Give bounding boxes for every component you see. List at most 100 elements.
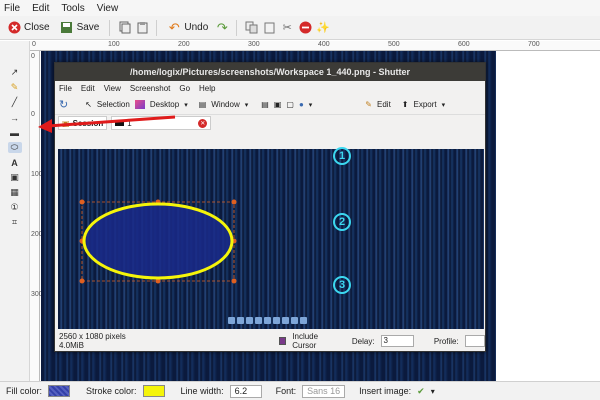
number-badge-1[interactable]: 1: [333, 147, 351, 165]
ruler-tick-label: 0: [31, 53, 35, 60]
undo-button[interactable]: ↶ Undo: [164, 18, 211, 38]
inner-screenshot-preview: [58, 149, 484, 329]
copy-icon[interactable]: [117, 21, 131, 35]
delay-label: Delay:: [351, 336, 375, 346]
rectangle-tool-icon[interactable]: ▬: [8, 127, 22, 138]
dock-icon: [255, 317, 262, 324]
inner-menu-item: Edit: [80, 83, 95, 93]
edit-icon: ✎: [365, 100, 372, 109]
close-button[interactable]: Close: [4, 18, 53, 38]
resize-handle: [79, 199, 85, 205]
globe-icon: ●: [298, 100, 304, 109]
select-tool-icon[interactable]: ↗: [8, 67, 22, 78]
dropdown-arrow-icon: ▾: [244, 101, 249, 109]
menu-edit[interactable]: Edit: [32, 3, 49, 14]
refresh-icon: ↻: [59, 99, 69, 111]
number-badge-2[interactable]: 2: [333, 213, 351, 231]
profile-select: [464, 335, 485, 347]
toolbar-separator: [236, 19, 238, 36]
ruler-tick-label: 400: [318, 41, 330, 48]
crop-tool-icon[interactable]: ⌗: [8, 217, 22, 228]
dock-icon: [291, 317, 298, 324]
delay-field: 3: [380, 335, 414, 347]
dock-icon: [228, 317, 235, 324]
toolbar-separator: [109, 19, 111, 36]
dock-icon: [246, 317, 253, 324]
tab-close-icon: ✕: [198, 118, 208, 128]
fill-color-swatch[interactable]: [48, 385, 71, 397]
inner-menu-item: Screenshot: [129, 83, 171, 93]
cut-icon[interactable]: ✂: [280, 21, 294, 35]
desktop-icon: [134, 100, 145, 109]
font-label: Font:: [275, 386, 297, 396]
resize-handle: [155, 199, 161, 205]
paste-icon[interactable]: [135, 21, 149, 35]
menu-view[interactable]: View: [97, 3, 119, 14]
ellipse-tool-icon[interactable]: ⬭: [7, 142, 22, 153]
image-icon: ▣: [273, 100, 282, 109]
inner-edit-label: Edit: [377, 100, 391, 109]
insert-image-check-icon[interactable]: ✔: [417, 386, 425, 397]
resize-handle: [231, 278, 237, 284]
main-toolbar: Close Save ↶ Undo ↷ ✂ ✨: [0, 16, 600, 40]
inner-menu-item: File: [59, 83, 72, 93]
line-width-label: Line width:: [180, 386, 224, 396]
number-badge-3[interactable]: 3: [333, 276, 351, 294]
dropdown-arrow-icon: ▾: [308, 101, 313, 109]
pen-tool-icon[interactable]: ✎: [8, 82, 22, 93]
dropdown-arrow-icon: ▾: [441, 101, 446, 109]
ruler-tick-label: 300: [248, 41, 260, 48]
stroke-color-label: Stroke color:: [86, 386, 137, 396]
clear-broom-icon[interactable]: ✨: [316, 21, 330, 35]
chat-icon: ▢: [286, 100, 294, 109]
save-button[interactable]: Save: [57, 18, 103, 38]
number-tool-icon[interactable]: ①: [8, 202, 22, 213]
line-tool-icon[interactable]: ╱: [8, 97, 22, 108]
inner-menubar: File Edit View Screenshot Go Help: [55, 81, 485, 95]
screenshot-image: /home/logix/Pictures/screenshots/Workspa…: [54, 62, 486, 352]
inner-selection-label: Selection: [96, 100, 130, 109]
dock-icon: [273, 317, 280, 324]
toolbar-separator: [156, 19, 158, 36]
resize-handle: [79, 278, 85, 284]
inner-toolbar: ↻ ↖ Selection Desktop ▾ ▤ Window ▾ ▤ ▣ ▢…: [55, 95, 485, 115]
include-cursor-label: Include Cursor: [292, 332, 319, 350]
properties-bar: Fill color: Stroke color: Line width: 6.…: [0, 381, 600, 400]
inner-window-label: Window: [211, 100, 240, 109]
dock-icon: [282, 317, 289, 324]
include-cursor-checkbox: [278, 337, 287, 345]
censor-tool-icon[interactable]: ▣: [8, 172, 22, 183]
arrow-tool-icon[interactable]: →: [8, 112, 22, 123]
ruler-tick-label: 600: [458, 41, 470, 48]
inner-menu-item: View: [103, 83, 121, 93]
drawing-toolbox: ↗ ✎ ╱ → ▬ ⬭ A ▣ ▦ ① ⌗: [0, 41, 30, 381]
export-icon: ⬆: [401, 100, 409, 109]
menubar: File Edit Tools View: [0, 0, 600, 16]
fill-color-label: Fill color:: [6, 386, 43, 396]
line-width-field[interactable]: 6.2: [229, 384, 262, 398]
inner-tabbar: ▣ Session 1 ✕: [55, 115, 485, 131]
inner-menu-item: Go: [179, 83, 191, 93]
redo-icon[interactable]: ↷: [215, 20, 229, 35]
duplicate-icon[interactable]: [244, 21, 258, 35]
ruler-tick-label: 0: [32, 41, 36, 48]
text-tool-icon[interactable]: A: [8, 157, 22, 168]
dock-icon: [237, 317, 244, 324]
save-label: Save: [76, 22, 100, 33]
menu-file[interactable]: File: [4, 3, 20, 14]
stroke-color-swatch[interactable]: [142, 385, 165, 397]
delete-icon[interactable]: [298, 21, 312, 35]
ruler-vertical: 0 0 100 200 300: [30, 51, 43, 381]
inner-window-title: /home/logix/Pictures/screenshots/Workspa…: [55, 63, 485, 81]
clipboard-icon[interactable]: [262, 21, 276, 35]
cursor-icon: ↖: [85, 100, 92, 109]
resize-handle: [155, 278, 161, 284]
profile-label: Profile:: [433, 336, 459, 346]
dropdown-arrow-icon[interactable]: ▾: [431, 387, 435, 396]
pixelize-tool-icon[interactable]: ▦: [8, 187, 22, 198]
resize-handle: [79, 238, 85, 244]
window-icon: ▤: [198, 100, 207, 109]
dock-icons: [228, 317, 318, 325]
font-select[interactable]: Sans 16: [302, 384, 346, 398]
menu-tools[interactable]: Tools: [61, 3, 84, 14]
